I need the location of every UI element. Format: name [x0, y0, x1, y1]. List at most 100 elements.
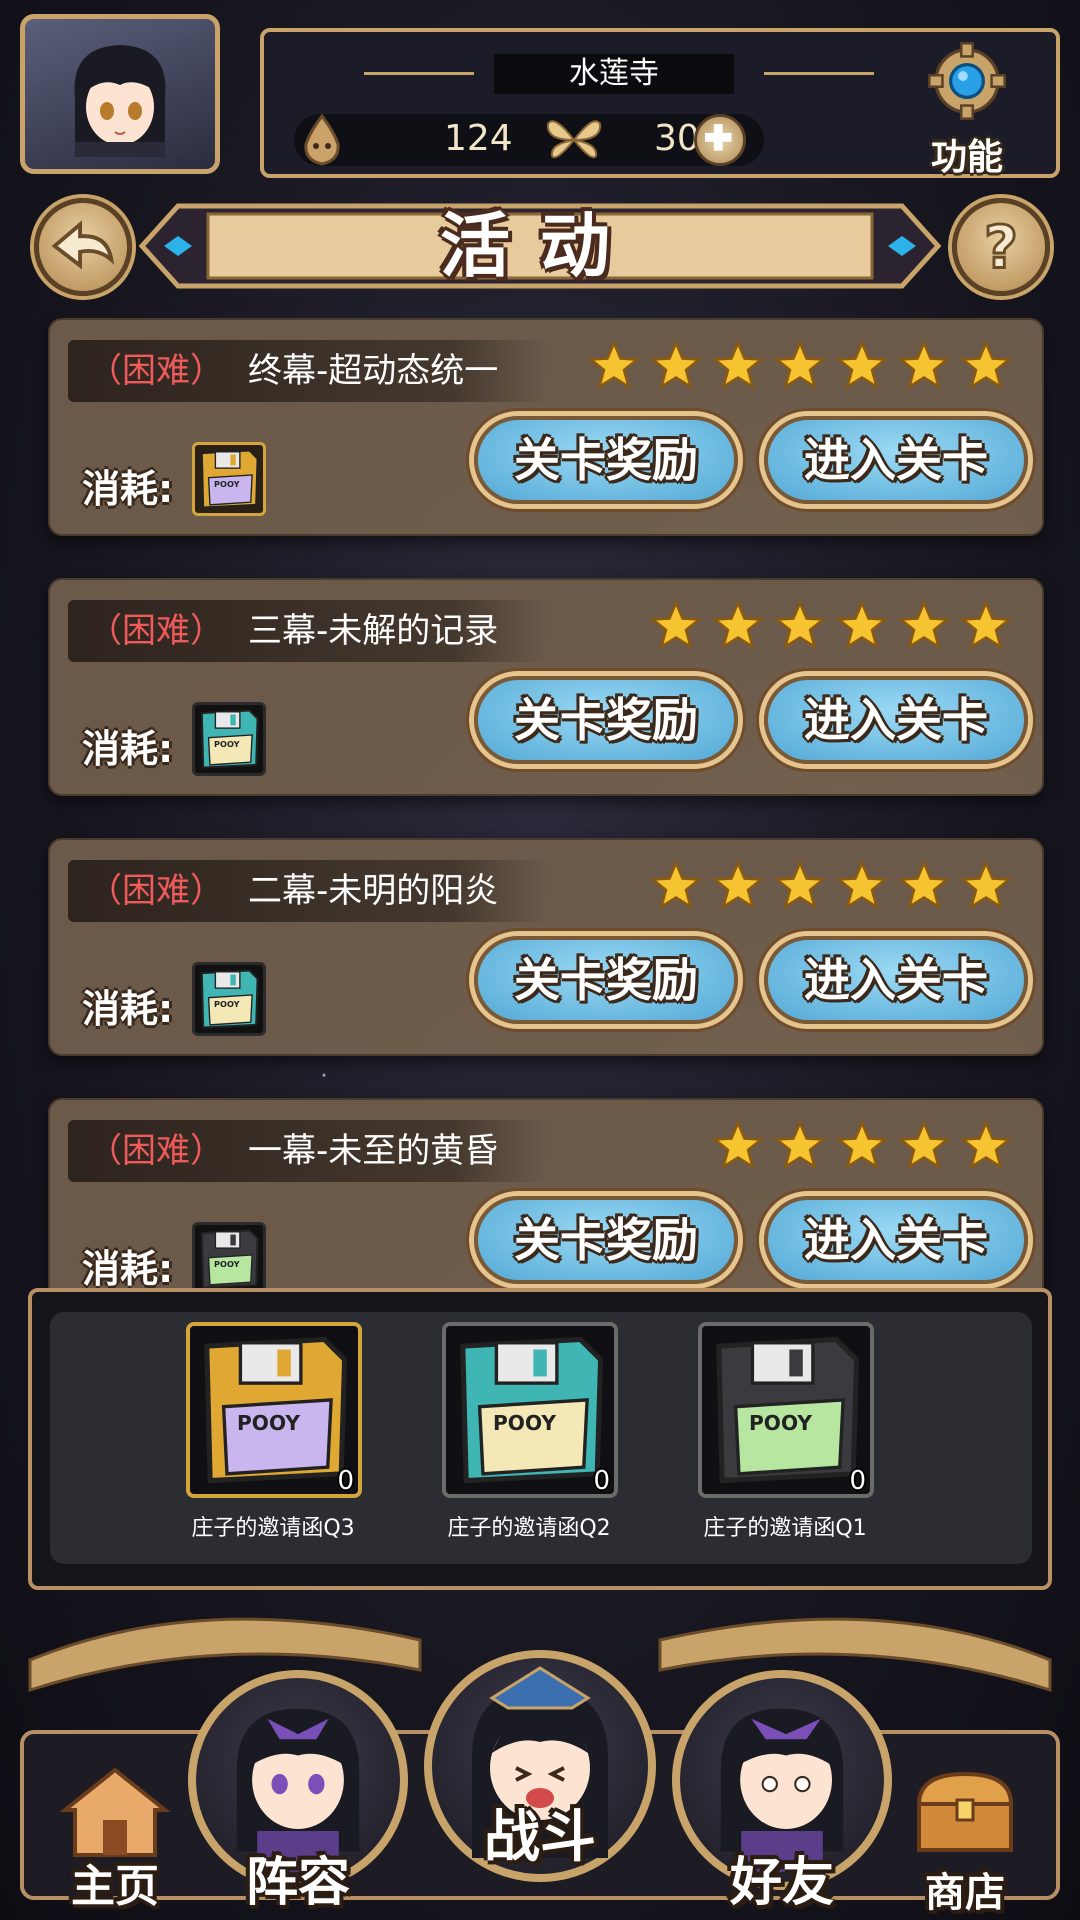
- item-name: 庄子的邀请函Q1: [703, 1516, 867, 1541]
- enter-stage-button[interactable]: 进入关卡: [764, 936, 1028, 1024]
- avatar-portrait-icon: [74, 45, 166, 157]
- item-count: 0: [337, 1466, 354, 1496]
- stage-stars: [712, 1120, 1012, 1176]
- svg-text:POOY: POOY: [237, 1411, 300, 1435]
- cost-label: 消耗:: [82, 727, 174, 771]
- star-icon: [960, 1120, 1012, 1170]
- star-icon: [774, 600, 826, 650]
- nav-home-label: 主页: [71, 1861, 159, 1912]
- function-button[interactable]: 功能: [912, 36, 1022, 178]
- star-icon: [836, 340, 888, 390]
- star-icon: [898, 340, 950, 390]
- stage-title-strip: （困难） 一幕-未至的黄昏: [68, 1120, 548, 1182]
- house-icon: [59, 1767, 171, 1857]
- star-icon: [836, 1120, 888, 1170]
- svg-text:POOY: POOY: [749, 1411, 812, 1435]
- item-count: 0: [849, 1466, 866, 1496]
- stage-reward-button[interactable]: 关卡奖励: [474, 416, 738, 504]
- star-icon: [650, 600, 702, 650]
- stage-reward-button[interactable]: 关卡奖励: [474, 676, 738, 764]
- stage-reward-button[interactable]: 关卡奖励: [474, 1196, 738, 1284]
- stage-list[interactable]: （困难） 终幕-超动态统一 消耗: POOY 关卡奖励 进入关卡 （困难） 三幕…: [0, 318, 1080, 1288]
- star-icon: [650, 860, 702, 910]
- stage-difficulty: （困难）: [88, 351, 224, 391]
- player-name: 水莲寺: [494, 54, 734, 94]
- star-icon: [712, 860, 764, 910]
- star-icon: [650, 340, 702, 390]
- stage-difficulty: （困难）: [88, 1131, 224, 1171]
- stage-card: （困难） 一幕-未至的黄昏 消耗: POOY 关卡奖励 进入关卡: [48, 1098, 1044, 1288]
- nav-friends-label: 好友: [729, 1853, 834, 1913]
- nav-home-button[interactable]: 主页: [40, 1750, 190, 1912]
- stage-difficulty: （困难）: [88, 871, 224, 911]
- cost-label: 消耗:: [82, 1247, 174, 1288]
- inventory-item[interactable]: POOY 0 庄子的邀请函Q3: [178, 1322, 368, 1552]
- floppy-disk-graphic: POOY: [200, 969, 259, 1029]
- stage-stars: [588, 340, 1012, 396]
- stage-title-strip: （困难） 二幕-未明的阳炎: [68, 860, 548, 922]
- stage-title-strip: （困难） 终幕-超动态统一: [68, 340, 548, 402]
- stage-reward-label: 关卡奖励: [514, 1213, 698, 1267]
- star-icon: [898, 860, 950, 910]
- stage-stars: [650, 860, 1012, 916]
- stamina-value: 124: [444, 118, 513, 159]
- black-disk-icon: POOY: [698, 1322, 874, 1498]
- function-label: 功能: [930, 137, 1003, 178]
- gold-disk-icon: POOY: [186, 1322, 362, 1498]
- floppy-disk-graphic: POOY: [200, 709, 259, 769]
- stage-name: 一幕-未至的黄昏: [248, 1131, 499, 1171]
- enter-stage-button[interactable]: 进入关卡: [764, 676, 1028, 764]
- help-button[interactable]: ?: [952, 198, 1050, 296]
- stage-name: 二幕-未明的阳炎: [248, 871, 499, 911]
- stage-reward-button[interactable]: 关卡奖励: [474, 936, 738, 1024]
- nav-team-label: 阵容: [245, 1853, 350, 1913]
- star-icon: [774, 860, 826, 910]
- teal-disk-icon: POOY: [442, 1322, 618, 1498]
- nav-shop-button[interactable]: 商店: [890, 1750, 1040, 1916]
- nav-friends-button[interactable]: 好友: [672, 1650, 892, 1913]
- enter-stage-label: 进入关卡: [804, 953, 988, 1007]
- stage-title-strip: （困难） 三幕-未解的记录: [68, 600, 548, 662]
- inventory-item[interactable]: POOY 0 庄子的邀请函Q2: [434, 1322, 624, 1552]
- svg-text:?: ?: [984, 214, 1018, 282]
- nav-team-button[interactable]: 阵容: [188, 1650, 408, 1913]
- floppy-disk-graphic: POOY: [204, 1336, 348, 1484]
- decor-line-right: [764, 72, 874, 75]
- player-info-panel: 水莲寺 124 300 功能: [260, 28, 1060, 178]
- star-icon: [960, 340, 1012, 390]
- page-title: 活动: [440, 205, 640, 287]
- stage-card: （困难） 二幕-未明的阳炎 消耗: POOY 关卡奖励 进入关卡: [48, 838, 1044, 1056]
- enter-stage-label: 进入关卡: [804, 693, 988, 747]
- star-icon: [836, 600, 888, 650]
- item-count: 0: [593, 1466, 610, 1496]
- star-icon: [774, 1120, 826, 1170]
- add-currency-button[interactable]: [694, 114, 746, 166]
- player-avatar[interactable]: [20, 14, 220, 174]
- question-mark-icon: ?: [983, 212, 1020, 283]
- star-icon: [712, 340, 764, 390]
- enter-stage-button[interactable]: 进入关卡: [764, 416, 1028, 504]
- gold-disk-icon: POOY: [192, 442, 266, 516]
- floppy-disk-graphic: POOY: [200, 1229, 259, 1288]
- star-icon: [836, 860, 888, 910]
- enter-stage-button[interactable]: 进入关卡: [764, 1196, 1028, 1284]
- stage-difficulty: （困难）: [88, 611, 224, 651]
- star-icon: [588, 340, 640, 390]
- floppy-disk-graphic: POOY: [716, 1336, 860, 1484]
- black-disk-icon: POOY: [192, 1222, 266, 1288]
- stage-reward-label: 关卡奖励: [514, 433, 698, 487]
- item-name: 庄子的邀请函Q2: [447, 1516, 611, 1541]
- flame-spirit-icon: [304, 113, 340, 166]
- svg-text:POOY: POOY: [493, 1411, 556, 1435]
- star-icon: [960, 860, 1012, 910]
- stage-reward-label: 关卡奖励: [514, 693, 698, 747]
- page-title-banner: 活动: [138, 196, 942, 296]
- inventory-inner: POOY 0 庄子的邀请函Q3 POOY 0 庄子的邀请函Q2 POOY 0 庄…: [50, 1312, 1032, 1564]
- star-icon: [898, 1120, 950, 1170]
- floppy-disk-graphic: POOY: [200, 449, 259, 509]
- nav-battle-button[interactable]: 战斗: [424, 1600, 656, 1900]
- back-button[interactable]: [34, 198, 132, 296]
- stage-card: （困难） 三幕-未解的记录 消耗: POOY 关卡奖励 进入关卡: [48, 578, 1044, 796]
- inventory-item[interactable]: POOY 0 庄子的邀请函Q1: [690, 1322, 880, 1552]
- svg-text:POOY: POOY: [214, 1259, 240, 1269]
